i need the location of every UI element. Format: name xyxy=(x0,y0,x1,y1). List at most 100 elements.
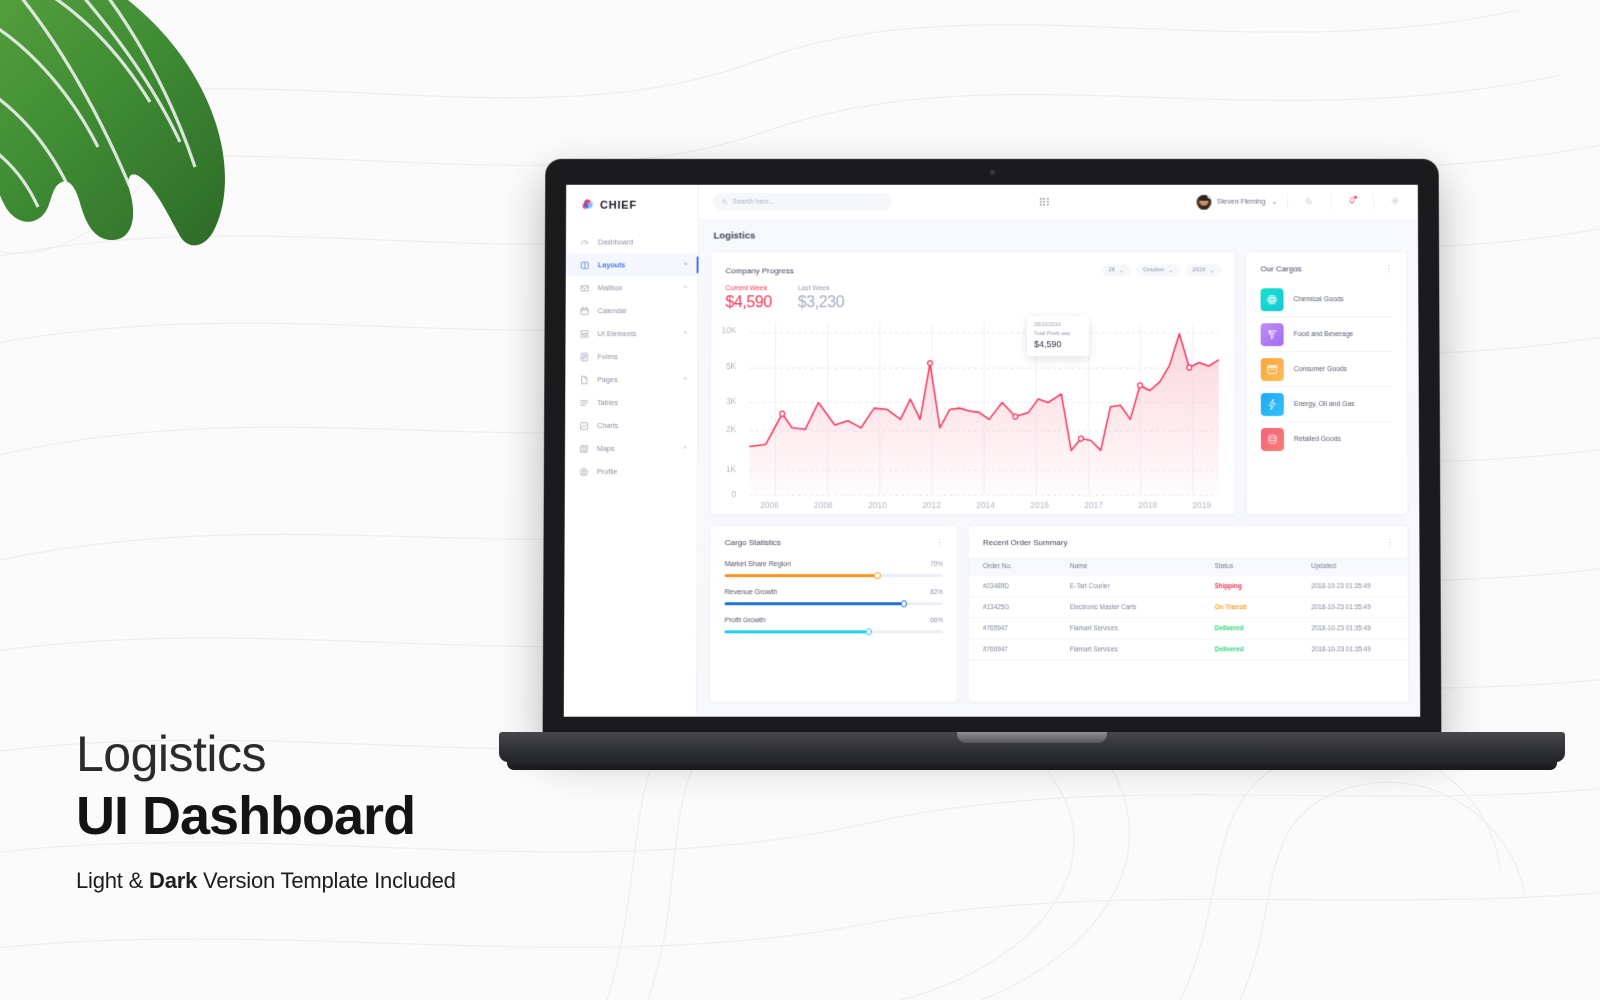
expand-icon: + xyxy=(682,445,688,452)
sidebar-item-layouts[interactable]: Layouts + xyxy=(565,253,698,277)
our-cargos-header: Our Cargos ⋮ xyxy=(1246,252,1406,274)
orders-column-header: Order No. xyxy=(968,557,1070,577)
slider-track[interactable] xyxy=(724,572,943,579)
promo-line-3-b: Dark xyxy=(149,868,198,894)
slider-track[interactable] xyxy=(724,600,943,607)
sidebar-item-profile[interactable]: Profile xyxy=(565,460,697,483)
cargo-list: Chemical Goods Food and Beverage Consumer … xyxy=(1247,273,1408,456)
statistic-row: Market Share Region 70% xyxy=(724,561,943,579)
sidebar-item-label: Maps xyxy=(596,444,615,453)
status-badge: Delivered xyxy=(1214,617,1312,639)
expand-icon: + xyxy=(683,261,688,269)
date-select-1[interactable]: October ⌄ xyxy=(1135,264,1181,277)
cargo-item[interactable]: Food and Beverage xyxy=(1260,317,1393,353)
table-row[interactable]: #766947 Flamart Services Delivered 2018-10-… xyxy=(968,638,1408,660)
calendar-icon xyxy=(580,306,590,316)
order-name: Electronic Master Carts xyxy=(1069,596,1215,618)
statistic-row: Revenue Growth 82% xyxy=(724,589,943,607)
tooltip-date: 28/10/2016 xyxy=(1033,322,1061,329)
promo-line-2: UI Dashboard xyxy=(76,786,416,846)
funnel-icon xyxy=(1260,322,1284,346)
slider-handle[interactable] xyxy=(865,628,872,636)
cargo-item[interactable]: Retailed Goods xyxy=(1260,422,1393,456)
brand-logo[interactable]: CHIEF xyxy=(566,185,698,227)
sidebar-nav: Dashboard Layouts + Mailbox + Calendar UI Elem… xyxy=(565,227,698,483)
date-select-value: October xyxy=(1142,267,1165,274)
orders-table-head: Order No. Name Status Updated xyxy=(968,557,1408,577)
cargo-item-label: Energy, Oil and Gas xyxy=(1293,400,1355,408)
statistic-header: Revenue Growth 82% xyxy=(725,589,943,596)
date-select-2[interactable]: 2016 ⌄ xyxy=(1185,264,1222,277)
order-name: E-Tart Courier xyxy=(1069,576,1215,597)
sidebar-item-calendar[interactable]: Calendar xyxy=(566,299,698,322)
our-cargos-title: Our Cargos xyxy=(1260,264,1302,274)
sidebar-item-dashboard[interactable]: Dashboard xyxy=(566,231,698,254)
progress-figures: Current Week $4,590 Last Week $3,230 xyxy=(711,276,1234,312)
chevron-down-icon: ⌄ xyxy=(1118,267,1124,274)
chevron-down-icon: ⌄ xyxy=(1168,267,1174,274)
sidebar: CHIEF Dashboard Layouts + Mailbox + Calendar U… xyxy=(563,184,699,717)
statistic-header: Market Share Region 70% xyxy=(725,561,943,568)
expand-icon: + xyxy=(683,376,688,384)
moon-icon xyxy=(1305,197,1313,205)
table-row[interactable]: #23489D E-Tart Courier Shipping 2018-10-23 … xyxy=(968,576,1408,597)
kebab-menu-icon[interactable]: ⋮ xyxy=(1384,264,1393,274)
list-icon xyxy=(580,400,589,406)
divider-2 xyxy=(1330,193,1332,210)
sidebar-item-mailbox[interactable]: Mailbox + xyxy=(566,276,698,299)
sidebar-item-maps[interactable]: Maps + xyxy=(565,437,697,460)
statistic-percent: 66% xyxy=(930,617,943,625)
slider-handle[interactable] xyxy=(874,572,881,579)
topbar: Search here... Steven Fleming ⌄ xyxy=(698,184,1418,219)
notifications-button[interactable] xyxy=(1341,195,1363,207)
order-updated: 2018-10-23 01:35:49 xyxy=(1311,596,1408,618)
book-icon xyxy=(580,260,590,270)
progress-chart: 10K 5K 3K 2K 1K 0 2006 2008 2010 2012 2014 2016 2017… xyxy=(711,312,1235,514)
user-menu[interactable]: Steven Fleming ⌄ xyxy=(1195,194,1277,210)
slider-handle[interactable] xyxy=(900,600,907,607)
form-icon xyxy=(581,352,589,362)
cargo-statistics-header: Cargo Statistics ⋮ xyxy=(711,526,957,548)
sidebar-item-tables[interactable]: Tables xyxy=(565,391,697,414)
cargo-item[interactable]: Consumer Goods xyxy=(1260,352,1393,388)
page-title: Logistics xyxy=(713,230,756,242)
sidebar-item-forms[interactable]: Forms xyxy=(565,345,697,368)
theme-toggle-button[interactable] xyxy=(1298,197,1320,207)
main-area: Search here... Steven Fleming ⌄ Logistic… xyxy=(697,184,1421,717)
avatar xyxy=(1195,194,1211,210)
company-progress-title: Company Progress xyxy=(725,265,794,275)
sidebar-item-ui-elements[interactable]: UI Elements + xyxy=(565,322,697,345)
recent-orders-card: Recent Order Summary ⋮ Order No. Name Stat… xyxy=(968,526,1409,702)
chart-icon xyxy=(580,421,589,430)
sidebar-item-label: UI Elements xyxy=(597,329,637,339)
grid-apps-icon[interactable] xyxy=(1039,197,1049,207)
notification-badge xyxy=(1354,195,1358,199)
kebab-menu-icon[interactable]: ⋮ xyxy=(1385,538,1394,548)
slider-track[interactable] xyxy=(724,628,943,636)
statistic-label: Profit Growth xyxy=(724,617,766,625)
brand-name: CHIEF xyxy=(599,199,637,212)
laptop-screen: CHIEF Dashboard Layouts + Mailbox + Calendar U… xyxy=(563,184,1421,717)
status-badge: On Transit xyxy=(1214,596,1312,618)
sidebar-item-charts[interactable]: Charts xyxy=(565,414,697,437)
cargo-item[interactable]: Chemical Goods xyxy=(1260,282,1393,318)
content-row-1: Company Progress 28 ⌄ October ⌄ 2016 ⌄ Curren… xyxy=(710,252,1408,515)
orders-column-header: Updated xyxy=(1310,557,1408,577)
settings-button[interactable] xyxy=(1384,197,1406,207)
last-week-label: Last Week xyxy=(797,285,830,293)
kebab-menu-icon[interactable]: ⋮ xyxy=(935,538,944,548)
sidebar-item-pages[interactable]: Pages + xyxy=(565,368,697,391)
divider-3 xyxy=(1372,193,1375,210)
order-number: #765947 xyxy=(968,617,1070,639)
statistic-label: Revenue Growth xyxy=(724,589,778,597)
user-circle-icon xyxy=(579,467,588,476)
search-input[interactable]: Search here... xyxy=(712,192,893,211)
table-row[interactable]: #13425G Electronic Master Carts On Transit… xyxy=(968,596,1408,618)
laptop-lid: CHIEF Dashboard Layouts + Mailbox + Calendar U… xyxy=(542,158,1442,739)
last-week-figure: Last Week $3,230 xyxy=(798,285,845,312)
table-row[interactable]: #765947 Flamart Services Delivered 2018-10-… xyxy=(968,617,1408,639)
book-icon xyxy=(580,260,590,270)
date-select-0[interactable]: 28 ⌄ xyxy=(1101,264,1131,277)
promo-line-3-c: Version Template Included xyxy=(197,868,456,894)
cargo-item[interactable]: Energy, Oil and Gas xyxy=(1260,387,1393,423)
